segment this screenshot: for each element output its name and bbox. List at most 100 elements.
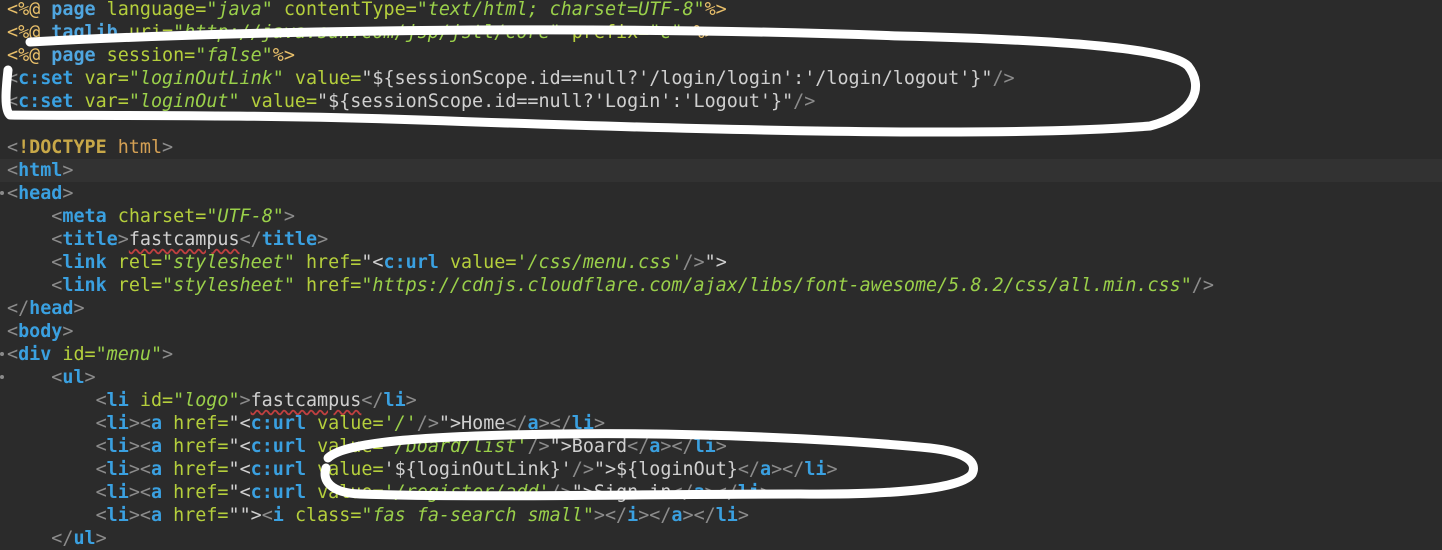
tag-bracket: >: [826, 459, 838, 480]
string-value: '/register/add': [383, 482, 550, 503]
tag-name: i: [627, 505, 639, 526]
tag-bracket: <: [95, 505, 107, 526]
plain-text: [7, 505, 96, 526]
code-line[interactable]: <%@ taglib uri="http://java.sun.com/jsp/…: [7, 21, 716, 44]
code-line[interactable]: <link rel="stylesheet" href="<c:url valu…: [7, 251, 727, 274]
fold-marker-icon[interactable]: [0, 352, 4, 356]
code-line[interactable]: <link rel="stylesheet" href="https://cdn…: [7, 274, 1214, 297]
plain-text: "<: [361, 252, 384, 273]
tag-bracket: </: [239, 229, 262, 250]
tag-bracket: />: [549, 482, 572, 503]
tag-name: body: [18, 321, 63, 342]
tag-name: a: [649, 436, 661, 457]
tag-bracket: </: [361, 390, 384, 411]
tag-name: c:set: [18, 68, 85, 89]
tag-bracket: />: [571, 459, 594, 480]
tag-bracket: <: [95, 459, 107, 480]
jsp-keyword: page: [51, 45, 107, 66]
tag-bracket: <: [261, 505, 273, 526]
tag-name: li: [106, 459, 129, 480]
tag-bracket: >: [737, 505, 749, 526]
code-line[interactable]: <li><a href=""><i class="fas fa-search s…: [7, 504, 749, 527]
attribute-name: var=: [84, 91, 129, 112]
string-value: '/board/list': [383, 436, 528, 457]
tag-name: a: [150, 505, 174, 526]
attribute-name: uri=: [128, 22, 174, 43]
attribute-name: value=: [317, 482, 384, 503]
plain-text: [7, 413, 96, 434]
plain-text: ">: [704, 252, 727, 273]
code-line[interactable]: <head>: [7, 182, 73, 205]
tag-name: a: [693, 482, 705, 503]
tag-bracket: ></: [704, 482, 738, 503]
string-value: "loginOut": [128, 91, 251, 112]
code-line[interactable]: <html>: [0, 159, 1442, 182]
code-line[interactable]: <li><a href="<c:url value='/'/>">Home</a…: [7, 412, 605, 435]
attribute-name: href=: [173, 459, 229, 480]
tag-name: i: [272, 505, 295, 526]
code-line[interactable]: <li id="logo">fastcampus</li>: [7, 389, 417, 412]
code-editor[interactable]: <%@ page language="java" contentType="te…: [0, 0, 1442, 549]
tag-bracket: <: [51, 275, 63, 296]
code-line[interactable]: </head>: [7, 297, 85, 320]
code-line[interactable]: <body>: [7, 320, 73, 343]
tag-bracket: >: [593, 413, 606, 434]
code-line[interactable]: <%@ page language="java" contentType="te…: [7, 0, 727, 21]
tag-name: li: [106, 413, 129, 434]
jsp-delimiter: %>: [693, 22, 716, 43]
tag-name: c:set: [18, 91, 85, 112]
tag-bracket: >: [95, 528, 107, 549]
fold-marker-icon[interactable]: [0, 191, 4, 195]
code-line[interactable]: <li><a href="<c:url value='${loginOutLin…: [7, 458, 838, 481]
attribute-name: value=: [317, 413, 384, 434]
tag-name: li: [693, 436, 716, 457]
doctype-keyword: !DOCTYPE: [18, 137, 118, 158]
string-value: "logo": [173, 390, 240, 411]
jsp-keyword: page: [51, 0, 107, 20]
tag-name: a: [150, 436, 174, 457]
code-line[interactable]: <li><a href="<c:url value='/register/add…: [7, 481, 772, 504]
jsp-delimiter: %>: [704, 0, 727, 20]
string-value: "UTF-8": [206, 206, 284, 227]
plain-text: [7, 206, 51, 227]
string-value: "https://cdnjs.cloudflare.com/ajax/libs/…: [361, 275, 1192, 296]
string-value: "c": [649, 22, 694, 43]
tag-bracket: ></: [682, 505, 716, 526]
string-value: '/css/menu.css': [516, 252, 683, 273]
tag-bracket: </: [671, 482, 694, 503]
code-line[interactable]: <div id="menu">: [7, 343, 173, 366]
tag-name: a: [150, 459, 174, 480]
attribute-name: href=: [173, 482, 229, 503]
tag-name: li: [737, 482, 761, 503]
code-line[interactable]: <ul>: [7, 366, 95, 389]
attribute-name: href=: [173, 413, 229, 434]
plain-text: [7, 252, 51, 273]
code-line[interactable]: </ul>: [7, 527, 107, 550]
tag-name: a: [760, 459, 772, 480]
tag-name: title: [62, 229, 118, 250]
attribute-name: href=: [305, 275, 362, 296]
tag-bracket: >: [117, 229, 129, 250]
string-value: "stylesheet": [162, 252, 306, 273]
code-line[interactable]: <c:set var="loginOutLink" value="${sessi…: [7, 67, 1015, 90]
string-value: "menu": [95, 344, 163, 365]
attribute-name: id=: [139, 390, 174, 411]
code-line[interactable]: <c:set var="loginOut" value="${sessionSc…: [7, 90, 815, 113]
attribute-name: contentType=: [283, 0, 417, 20]
code-line[interactable]: <meta charset="UTF-8">: [7, 205, 295, 228]
tag-bracket: <: [51, 252, 63, 273]
tag-bracket: <: [7, 183, 19, 204]
tag-bracket: />: [1191, 275, 1214, 296]
tag-name: title: [261, 229, 318, 250]
code-line[interactable]: <!DOCTYPE html>: [7, 136, 173, 159]
attribute-name: value=: [294, 68, 362, 89]
code-line[interactable]: <li><a href="<c:url value='/board/list'/…: [7, 435, 727, 458]
tag-bracket: >: [317, 229, 329, 250]
tag-bracket: <: [95, 436, 107, 457]
tag-bracket: >: [239, 390, 251, 411]
code-line[interactable]: <%@ page session="false"%>: [7, 44, 295, 67]
fold-marker-icon[interactable]: [0, 375, 4, 379]
tag-name: ul: [62, 367, 85, 388]
tag-bracket: />: [992, 68, 1015, 89]
code-line[interactable]: <title>fastcampus</title>: [7, 228, 328, 251]
